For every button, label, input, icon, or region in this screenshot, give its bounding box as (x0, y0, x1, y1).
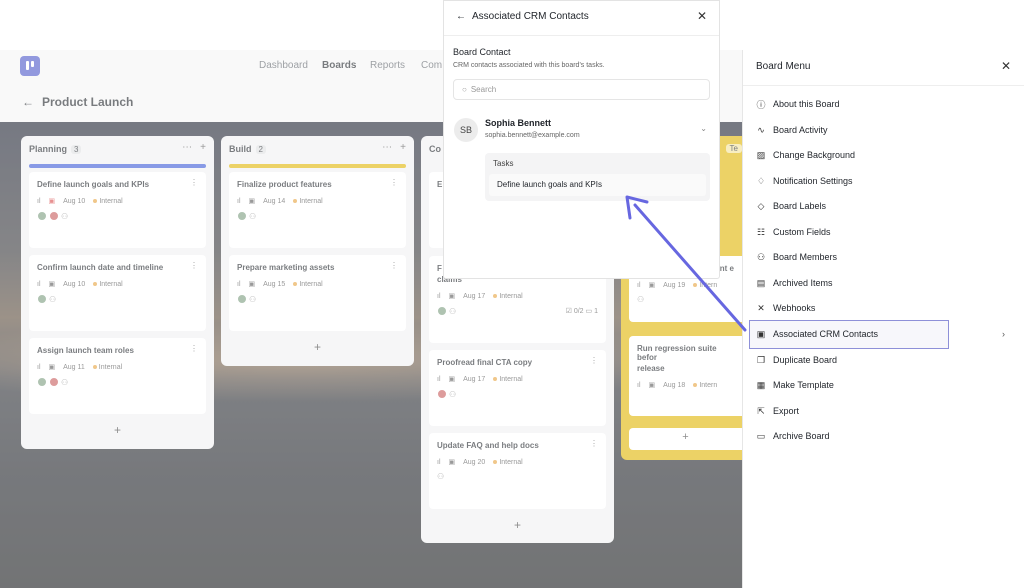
annotation-arrow (625, 195, 747, 332)
